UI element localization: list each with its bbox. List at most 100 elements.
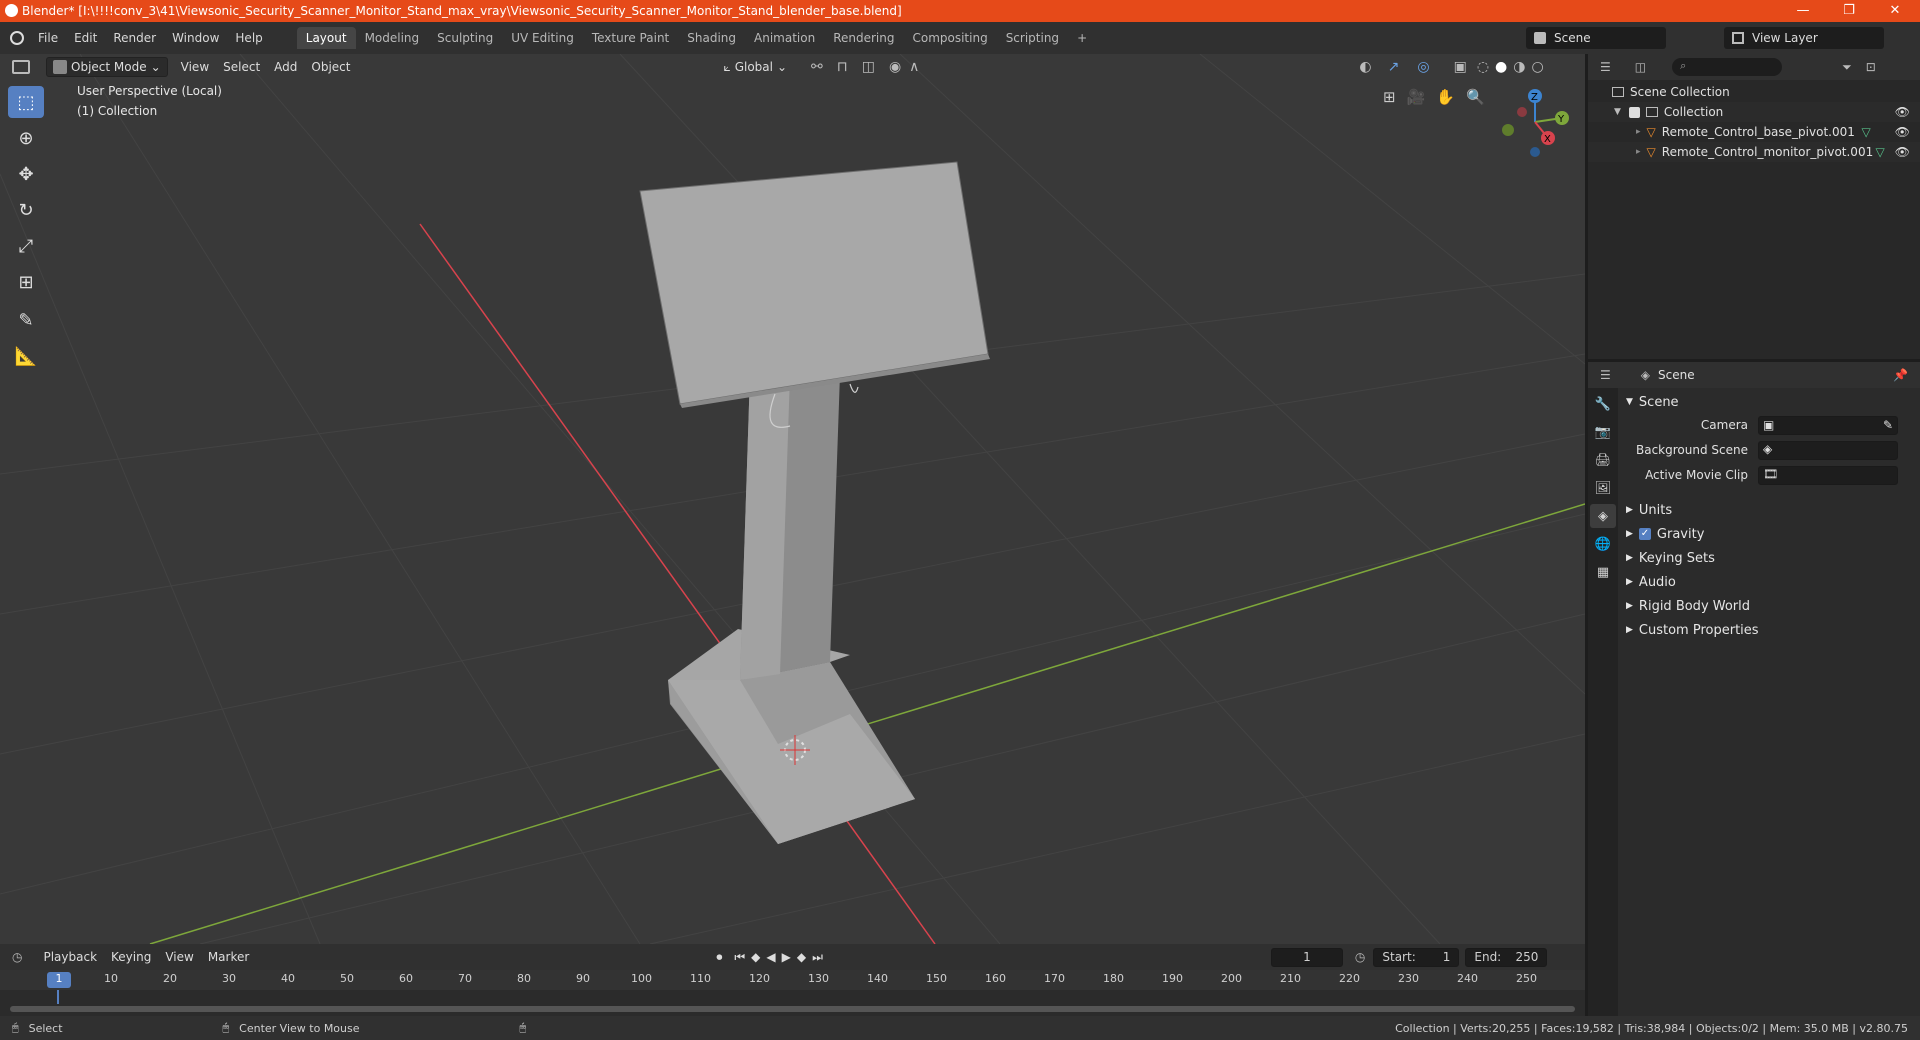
overlay-toggle-icon[interactable]: ◎ <box>1417 59 1429 75</box>
keying-sets-panel-header[interactable]: ▶ Keying Sets <box>1618 546 1920 570</box>
mode-selector[interactable]: Object Mode ⌄ <box>46 57 168 77</box>
scene-tab-icon[interactable]: ◈ <box>1590 504 1616 528</box>
tab-scripting[interactable]: Scripting <box>997 27 1068 49</box>
tab-modeling[interactable]: Modeling <box>356 27 429 49</box>
audio-panel-header[interactable]: ▶ Audio <box>1618 570 1920 594</box>
tab-shading[interactable]: Shading <box>678 27 745 49</box>
move-tool-icon[interactable]: ✥ <box>8 158 44 190</box>
outliner-search-input[interactable]: ⌕ <box>1672 58 1783 76</box>
outliner-editor-icon[interactable]: ☰ <box>1600 60 1611 74</box>
timeline-editor-icon[interactable]: ◷ <box>12 950 22 964</box>
menu-view[interactable]: View <box>174 60 216 74</box>
properties-editor-icon[interactable]: ☰ <box>1600 368 1611 382</box>
menu-file[interactable]: File <box>30 31 66 45</box>
pan-hand-icon[interactable]: ✋ <box>1436 88 1455 106</box>
timeline-ticks[interactable]: 1 10 20 30 40 50 60 70 80 90 100 110 120… <box>0 972 1585 988</box>
outliner-object-row[interactable]: ▸ ▽ Remote_Control_monitor_pivot.001 ▽ 👁 <box>1588 142 1920 162</box>
minimize-button[interactable]: — <box>1780 0 1826 22</box>
view-layer-selector[interactable]: View Layer <box>1724 27 1884 49</box>
render-tab-icon[interactable]: 📷 <box>1590 420 1616 444</box>
keying-menu[interactable]: Keying <box>104 950 158 964</box>
current-frame-field[interactable]: 1 <box>1270 947 1343 967</box>
menu-render[interactable]: Render <box>105 31 164 45</box>
tab-compositing[interactable]: Compositing <box>903 27 996 49</box>
tab-texture-paint[interactable]: Texture Paint <box>583 27 678 49</box>
camera-view-icon[interactable]: 🎥 <box>1407 88 1426 106</box>
eye-icon[interactable]: 👁 <box>1895 125 1910 139</box>
transform-tool-icon[interactable]: ⊞ <box>8 266 44 298</box>
tab-sculpting[interactable]: Sculpting <box>428 27 502 49</box>
blender-menu-icon[interactable] <box>10 31 24 45</box>
visibility-icon[interactable]: ◐ <box>1359 59 1371 75</box>
wireframe-shading-icon[interactable]: ◌ <box>1477 59 1489 75</box>
material-shading-icon[interactable]: ◑ <box>1513 59 1525 75</box>
pin-icon[interactable]: 📌 <box>1893 368 1908 382</box>
eyedropper-icon[interactable]: ✎ <box>1883 418 1893 432</box>
maximize-button[interactable]: ❐ <box>1826 0 1872 22</box>
expand-arrow-icon[interactable]: ▼ <box>1614 107 1621 117</box>
expand-arrow-icon[interactable]: ▸ <box>1636 147 1641 157</box>
tab-rendering[interactable]: Rendering <box>824 27 903 49</box>
current-frame-marker[interactable]: 1 <box>47 972 71 988</box>
close-button[interactable]: ✕ <box>1872 0 1918 22</box>
rotate-tool-icon[interactable]: ↻ <box>8 194 44 226</box>
eye-icon[interactable]: 👁 <box>1895 145 1910 159</box>
scene-selector[interactable]: Scene <box>1526 27 1666 49</box>
xray-toggle-icon[interactable]: ▣ <box>1454 59 1467 75</box>
monitor-stand-model[interactable] <box>639 161 990 844</box>
menu-select[interactable]: Select <box>216 60 267 74</box>
cursor-tool-icon[interactable]: ⊕ <box>8 122 44 154</box>
marker-menu[interactable]: Marker <box>201 950 256 964</box>
menu-add[interactable]: Add <box>267 60 304 74</box>
snap-target-icon[interactable]: ◫ <box>862 59 875 75</box>
clock-icon[interactable]: ◷ <box>1355 950 1365 964</box>
tab-layout[interactable]: Layout <box>296 27 356 49</box>
mesh-data-icon[interactable]: ▽ <box>1876 145 1885 159</box>
tab-uv-editing[interactable]: UV Editing <box>502 27 583 49</box>
end-frame-field[interactable]: End: 250 <box>1465 947 1548 967</box>
menu-window[interactable]: Window <box>164 31 227 45</box>
gravity-panel-header[interactable]: ▶ ✓ Gravity <box>1618 522 1920 546</box>
prev-keyframe-icon[interactable]: ◆ <box>751 950 760 964</box>
camera-field[interactable]: ▣ ✎ <box>1758 415 1898 435</box>
rendered-shading-icon[interactable]: ○ <box>1531 59 1543 75</box>
jump-end-icon[interactable]: ⏭ <box>812 950 823 965</box>
rigid-body-world-panel-header[interactable]: ▶ Rigid Body World <box>1618 594 1920 618</box>
expand-arrow-icon[interactable]: ▸ <box>1636 127 1641 137</box>
snap-icon[interactable]: ⊓ <box>837 59 848 75</box>
view-layer-tab-icon[interactable]: 🖼 <box>1590 476 1616 500</box>
menu-object[interactable]: Object <box>304 60 357 74</box>
tool-tab-icon[interactable]: 🔧 <box>1590 392 1616 416</box>
menu-help[interactable]: Help <box>227 31 270 45</box>
play-icon[interactable]: ▶ <box>782 950 791 964</box>
proportional-edit-icon[interactable]: ◉ <box>889 59 901 75</box>
outliner-scene-collection[interactable]: Scene Collection <box>1588 82 1920 102</box>
outliner-object-row[interactable]: ▸ ▽ Remote_Control_base_pivot.001 ▽ 👁 <box>1588 122 1920 142</box>
scale-tool-icon[interactable]: ⤢ <box>8 230 44 262</box>
timeline-view-menu[interactable]: View <box>158 950 200 964</box>
pivot-icon[interactable]: ⚯ <box>811 59 823 75</box>
add-workspace-button[interactable]: + <box>1068 27 1096 49</box>
gizmo-toggle-icon[interactable]: ↗ <box>1388 59 1400 75</box>
start-frame-field[interactable]: Start: 1 <box>1373 947 1460 967</box>
filter-icon[interactable]: ⏷ <box>1842 60 1852 75</box>
solid-shading-icon[interactable]: ● <box>1495 59 1507 75</box>
menu-edit[interactable]: Edit <box>66 31 105 45</box>
zoom-icon[interactable]: 🔍 <box>1466 88 1485 106</box>
custom-properties-panel-header[interactable]: ▶ Custom Properties <box>1618 618 1920 642</box>
gravity-checkbox[interactable]: ✓ <box>1638 528 1651 540</box>
texture-tab-icon[interactable]: ▦ <box>1590 560 1616 584</box>
falloff-icon[interactable]: ∧ <box>909 59 919 75</box>
select-box-tool-icon[interactable]: ⬚ <box>8 86 44 118</box>
mesh-data-icon[interactable]: ▽ <box>1862 125 1871 139</box>
playback-menu[interactable]: Playback <box>36 950 104 964</box>
movie-clip-field[interactable]: 🎞 <box>1758 465 1898 485</box>
units-panel-header[interactable]: ▶ Units <box>1618 498 1920 522</box>
display-mode-icon[interactable]: ◫ <box>1635 60 1646 74</box>
grid-view-icon[interactable]: ⊞ <box>1383 88 1396 106</box>
scene-panel-header[interactable]: ▼ Scene <box>1618 390 1920 414</box>
transform-orientation-selector[interactable]: ⟀ Global ⌄ <box>718 57 794 77</box>
collection-checkbox[interactable] <box>1628 106 1640 118</box>
background-scene-field[interactable]: ◈ <box>1758 440 1898 460</box>
new-collection-icon[interactable]: ⊡ <box>1866 60 1876 74</box>
